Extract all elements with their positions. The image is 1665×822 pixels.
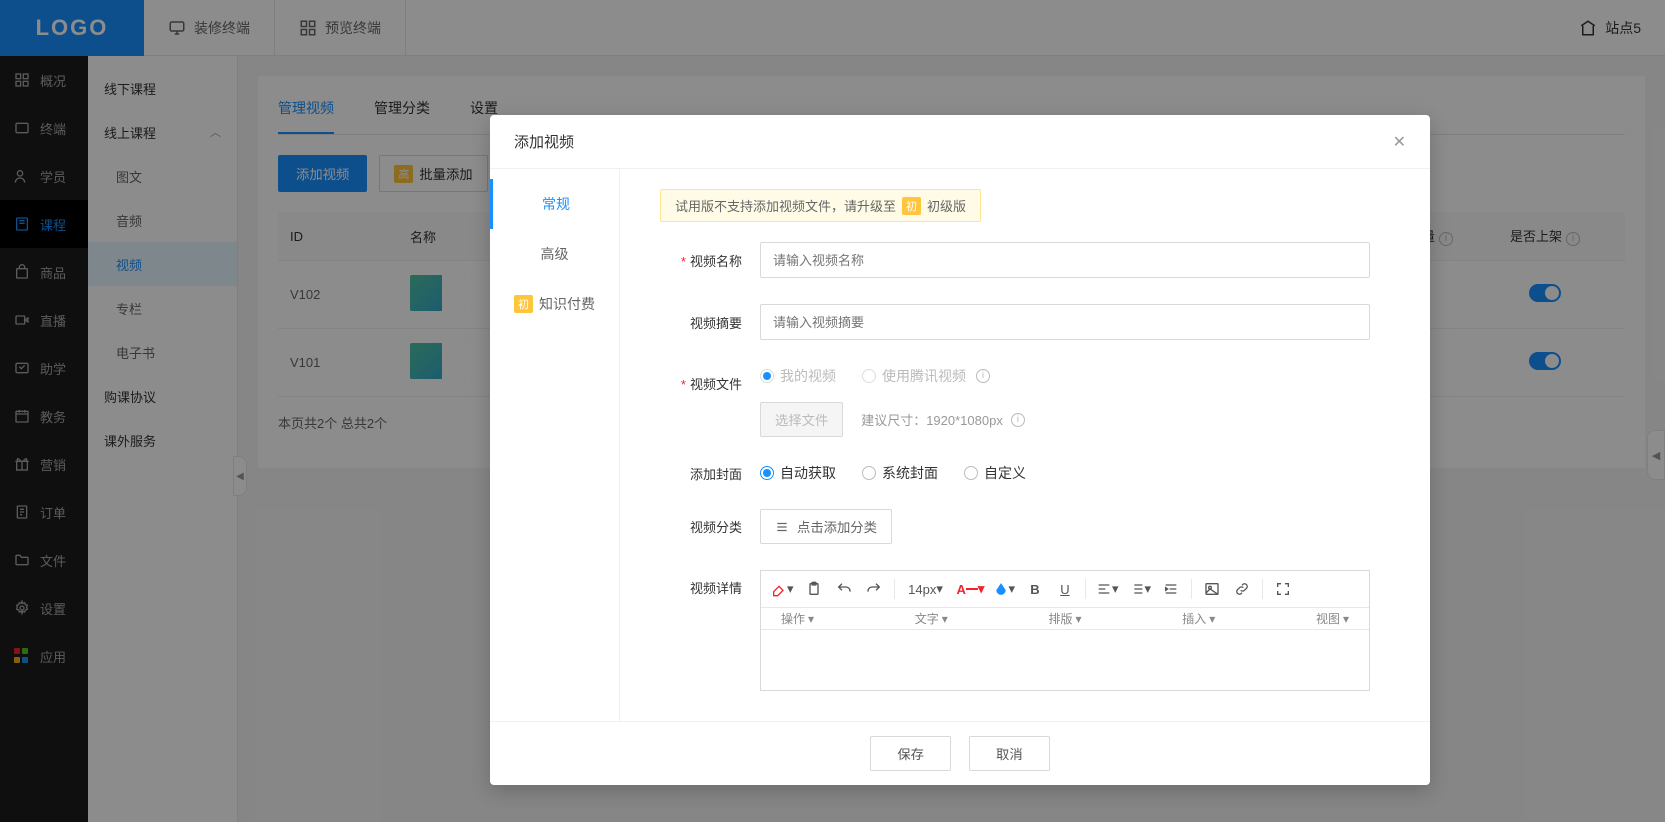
add-category-button[interactable]: 点击添加分类 <box>760 509 892 544</box>
upgrade-alert: 试用版不支持添加视频文件，请升级至 初 初级版 <box>660 189 981 222</box>
bold-icon[interactable]: B <box>1021 575 1049 603</box>
align-icon[interactable]: ▾ <box>1092 575 1123 603</box>
close-icon[interactable]: ✕ <box>1393 132 1406 152</box>
row-video-name: 视频名称 <box>660 242 1390 278</box>
row-category: 视频分类 点击添加分类 <box>660 509 1390 544</box>
radio-icon <box>760 369 774 383</box>
info-icon: i <box>976 369 990 383</box>
underline-icon[interactable]: U <box>1051 575 1079 603</box>
radio-my-video[interactable]: 我的视频 <box>760 366 836 386</box>
modal-sidebar: 常规 高级 初知识付费 <box>490 169 620 721</box>
modal-tab-general[interactable]: 常规 <box>490 179 619 229</box>
radio-cover-auto[interactable]: 自动获取 <box>760 463 836 483</box>
label-cover: 添加封面 <box>660 464 760 483</box>
font-size-select[interactable]: 14px ▾ <box>901 575 951 603</box>
choose-file-button: 选择文件 <box>760 402 843 437</box>
group-view[interactable]: 视图▾ <box>1306 610 1359 627</box>
label-video-file: 视频文件 <box>660 366 760 393</box>
label-category: 视频分类 <box>660 517 760 536</box>
modal-header: 添加视频 ✕ <box>490 115 1430 168</box>
eraser-icon[interactable]: ▾ <box>767 575 798 603</box>
editor-textarea[interactable] <box>761 630 1369 690</box>
add-video-modal: 添加视频 ✕ 常规 高级 初知识付费 试用版不支持添加视频文件，请升级至 初 初… <box>490 115 1430 785</box>
modal-tab-advanced[interactable]: 高级 <box>490 229 619 279</box>
label-video-name: 视频名称 <box>660 251 760 270</box>
group-insert[interactable]: 插入▾ <box>1172 610 1225 627</box>
level-badge: 初 <box>902 197 921 215</box>
save-button[interactable]: 保存 <box>870 736 951 771</box>
row-detail: 视频详情 ▾ 14px ▾ A▾ ▾ B U <box>660 570 1390 691</box>
radio-label: 使用腾讯视频 <box>882 366 966 386</box>
rich-editor: ▾ 14px ▾ A▾ ▾ B U ▾ ▾ <box>760 570 1370 691</box>
radio-label: 自动获取 <box>780 463 836 483</box>
editor-toolbar-labels: 操作▾ 文字▾ 排版▾ 插入▾ 视图▾ <box>761 608 1369 630</box>
info-icon: i <box>1011 413 1025 427</box>
cover-radio: 自动获取 系统封面 自定义 <box>760 463 1390 483</box>
level-badge: 初 <box>514 295 533 313</box>
label-video-summary: 视频摘要 <box>660 313 760 332</box>
indent-icon[interactable] <box>1157 575 1185 603</box>
radio-label: 自定义 <box>984 463 1026 483</box>
radio-label: 系统封面 <box>882 463 938 483</box>
editor-toolbar: ▾ 14px ▾ A▾ ▾ B U ▾ ▾ <box>761 571 1369 608</box>
list-icon <box>775 520 789 534</box>
cancel-button[interactable]: 取消 <box>969 736 1050 771</box>
label-detail: 视频详情 <box>660 570 760 597</box>
modal-form: 试用版不支持添加视频文件，请升级至 初 初级版 视频名称 视频摘要 视频文件 我… <box>620 169 1430 721</box>
input-video-name[interactable] <box>760 242 1370 278</box>
row-cover: 添加封面 自动获取 系统封面 自定义 <box>660 463 1390 483</box>
group-layout[interactable]: 排版▾ <box>1038 610 1091 627</box>
radio-cover-system[interactable]: 系统封面 <box>862 463 938 483</box>
image-icon[interactable] <box>1198 575 1226 603</box>
undo-icon[interactable] <box>830 575 858 603</box>
bg-color-icon[interactable]: ▾ <box>990 575 1019 603</box>
radio-icon <box>862 466 876 480</box>
paste-icon[interactable] <box>800 575 828 603</box>
redo-icon[interactable] <box>860 575 888 603</box>
radio-label: 我的视频 <box>780 366 836 386</box>
size-hint: 建议尺寸：1920*1080pxi <box>861 410 1025 429</box>
modal-body: 常规 高级 初知识付费 试用版不支持添加视频文件，请升级至 初 初级版 视频名称… <box>490 168 1430 721</box>
category-label: 点击添加分类 <box>797 517 877 536</box>
row-video-summary: 视频摘要 <box>660 304 1390 340</box>
radio-tencent-video[interactable]: 使用腾讯视频 i <box>862 366 990 386</box>
row-video-file: 视频文件 我的视频 使用腾讯视频 i 选择文件 建议尺寸：1920*1080pxi <box>660 366 1390 437</box>
alert-text: 试用版不支持添加视频文件，请升级至 <box>675 196 896 215</box>
modal-title: 添加视频 <box>514 131 574 152</box>
radio-cover-custom[interactable]: 自定义 <box>964 463 1026 483</box>
file-source-radio: 我的视频 使用腾讯视频 i <box>760 366 1390 386</box>
input-video-summary[interactable] <box>760 304 1370 340</box>
modal-footer: 保存 取消 <box>490 721 1430 785</box>
radio-icon <box>760 466 774 480</box>
group-text[interactable]: 文字▾ <box>905 610 958 627</box>
text-color-icon[interactable]: A▾ <box>953 575 989 603</box>
link-icon[interactable] <box>1228 575 1256 603</box>
fullscreen-icon[interactable] <box>1269 575 1297 603</box>
group-action[interactable]: 操作▾ <box>771 610 824 627</box>
alert-text: 初级版 <box>927 196 966 215</box>
list-icon[interactable]: ▾ <box>1125 575 1156 603</box>
modal-tab-paid[interactable]: 初知识付费 <box>490 279 619 329</box>
radio-icon <box>862 369 876 383</box>
radio-icon <box>964 466 978 480</box>
modal-tab-label: 知识付费 <box>539 294 595 314</box>
